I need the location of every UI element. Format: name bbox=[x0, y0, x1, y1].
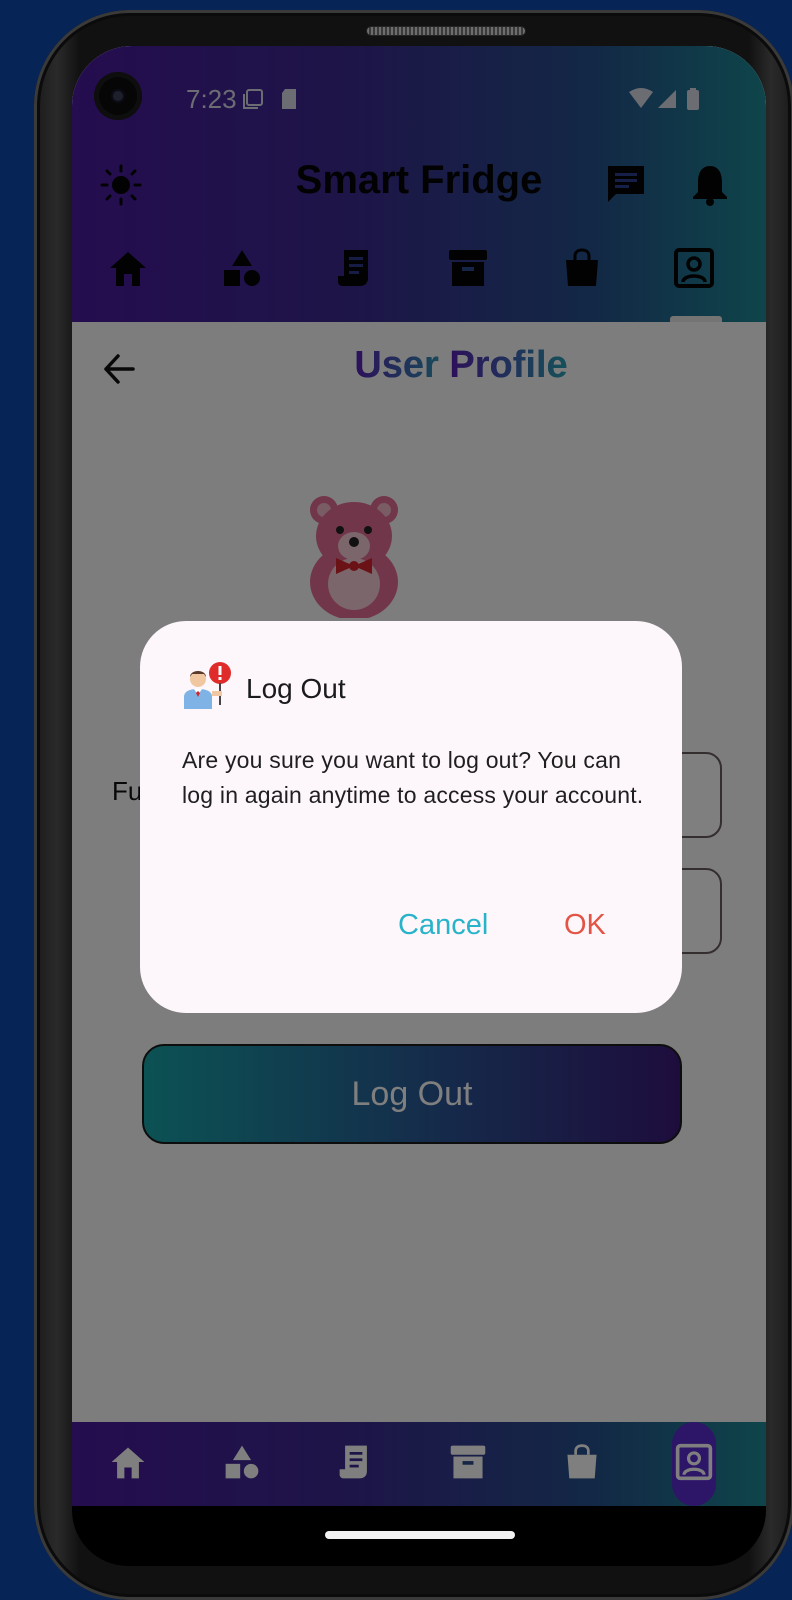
ok-button[interactable]: OK bbox=[564, 909, 606, 942]
dialog-title: Log Out bbox=[246, 673, 346, 704]
home-indicator[interactable] bbox=[325, 1531, 515, 1539]
app-screen: 7:23 bbox=[72, 46, 766, 1506]
earpiece-speaker bbox=[366, 26, 526, 36]
logout-warning-person-icon bbox=[184, 662, 231, 709]
logout-dialog: Log Out Are you sure you want to log out… bbox=[140, 621, 682, 1013]
cancel-button[interactable]: Cancel bbox=[398, 909, 488, 942]
dialog-message: Are you sure you want to log out? You ca… bbox=[182, 747, 644, 808]
